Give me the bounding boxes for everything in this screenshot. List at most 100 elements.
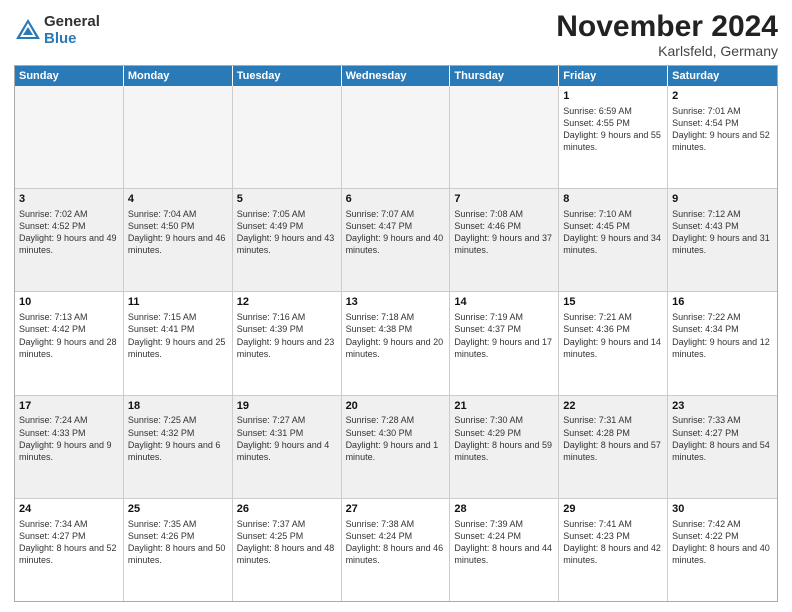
cell-info: Sunrise: 7:24 AM Sunset: 4:33 PM Dayligh…: [19, 414, 119, 463]
cal-cell-4-2: 26Sunrise: 7:37 AM Sunset: 4:25 PM Dayli…: [233, 499, 342, 601]
day-number: 9: [672, 192, 773, 207]
logo: General Blue: [14, 14, 100, 47]
day-number: 4: [128, 192, 228, 207]
cal-cell-1-4: 7Sunrise: 7:08 AM Sunset: 4:46 PM Daylig…: [450, 189, 559, 291]
cell-info: Sunrise: 7:12 AM Sunset: 4:43 PM Dayligh…: [672, 208, 773, 257]
cal-cell-3-5: 22Sunrise: 7:31 AM Sunset: 4:28 PM Dayli…: [559, 396, 668, 498]
cell-info: Sunrise: 7:01 AM Sunset: 4:54 PM Dayligh…: [672, 105, 773, 154]
day-number: 25: [128, 502, 228, 517]
cell-info: Sunrise: 7:18 AM Sunset: 4:38 PM Dayligh…: [346, 311, 446, 360]
day-number: 12: [237, 295, 337, 310]
cell-info: Sunrise: 7:34 AM Sunset: 4:27 PM Dayligh…: [19, 518, 119, 567]
cell-info: Sunrise: 7:30 AM Sunset: 4:29 PM Dayligh…: [454, 414, 554, 463]
cal-cell-2-2: 12Sunrise: 7:16 AM Sunset: 4:39 PM Dayli…: [233, 292, 342, 394]
cal-cell-3-0: 17Sunrise: 7:24 AM Sunset: 4:33 PM Dayli…: [15, 396, 124, 498]
page: General Blue November 2024 Karlsfeld, Ge…: [0, 0, 792, 612]
month-title: November 2024: [556, 10, 778, 43]
day-header-friday: Friday: [559, 66, 668, 86]
day-number: 18: [128, 399, 228, 414]
cell-info: Sunrise: 7:05 AM Sunset: 4:49 PM Dayligh…: [237, 208, 337, 257]
day-number: 20: [346, 399, 446, 414]
day-header-thursday: Thursday: [450, 66, 559, 86]
cal-cell-0-0: [15, 86, 124, 188]
cal-cell-0-4: [450, 86, 559, 188]
day-number: 8: [563, 192, 663, 207]
cal-cell-1-1: 4Sunrise: 7:04 AM Sunset: 4:50 PM Daylig…: [124, 189, 233, 291]
cell-info: Sunrise: 7:04 AM Sunset: 4:50 PM Dayligh…: [128, 208, 228, 257]
day-number: 6: [346, 192, 446, 207]
cal-cell-3-3: 20Sunrise: 7:28 AM Sunset: 4:30 PM Dayli…: [342, 396, 451, 498]
cal-cell-3-2: 19Sunrise: 7:27 AM Sunset: 4:31 PM Dayli…: [233, 396, 342, 498]
day-number: 29: [563, 502, 663, 517]
cell-info: Sunrise: 7:08 AM Sunset: 4:46 PM Dayligh…: [454, 208, 554, 257]
cell-info: Sunrise: 7:22 AM Sunset: 4:34 PM Dayligh…: [672, 311, 773, 360]
logo-general-text: General: [44, 14, 100, 31]
title-block: November 2024 Karlsfeld, Germany: [556, 10, 778, 59]
day-number: 3: [19, 192, 119, 207]
calendar-row-2: 10Sunrise: 7:13 AM Sunset: 4:42 PM Dayli…: [15, 292, 777, 395]
day-number: 21: [454, 399, 554, 414]
day-number: 22: [563, 399, 663, 414]
day-number: 24: [19, 502, 119, 517]
cal-cell-4-5: 29Sunrise: 7:41 AM Sunset: 4:23 PM Dayli…: [559, 499, 668, 601]
day-number: 16: [672, 295, 773, 310]
cal-cell-1-6: 9Sunrise: 7:12 AM Sunset: 4:43 PM Daylig…: [668, 189, 777, 291]
day-header-monday: Monday: [124, 66, 233, 86]
day-number: 14: [454, 295, 554, 310]
day-number: 17: [19, 399, 119, 414]
calendar-row-1: 3Sunrise: 7:02 AM Sunset: 4:52 PM Daylig…: [15, 189, 777, 292]
cal-cell-1-0: 3Sunrise: 7:02 AM Sunset: 4:52 PM Daylig…: [15, 189, 124, 291]
cell-info: Sunrise: 7:07 AM Sunset: 4:47 PM Dayligh…: [346, 208, 446, 257]
cell-info: Sunrise: 7:16 AM Sunset: 4:39 PM Dayligh…: [237, 311, 337, 360]
cell-info: Sunrise: 7:10 AM Sunset: 4:45 PM Dayligh…: [563, 208, 663, 257]
cal-cell-4-3: 27Sunrise: 7:38 AM Sunset: 4:24 PM Dayli…: [342, 499, 451, 601]
day-number: 2: [672, 89, 773, 104]
cal-cell-3-4: 21Sunrise: 7:30 AM Sunset: 4:29 PM Dayli…: [450, 396, 559, 498]
cell-info: Sunrise: 7:27 AM Sunset: 4:31 PM Dayligh…: [237, 414, 337, 463]
cal-cell-0-5: 1Sunrise: 6:59 AM Sunset: 4:55 PM Daylig…: [559, 86, 668, 188]
cal-cell-0-1: [124, 86, 233, 188]
cal-cell-4-4: 28Sunrise: 7:39 AM Sunset: 4:24 PM Dayli…: [450, 499, 559, 601]
cal-cell-3-1: 18Sunrise: 7:25 AM Sunset: 4:32 PM Dayli…: [124, 396, 233, 498]
header: General Blue November 2024 Karlsfeld, Ge…: [14, 10, 778, 59]
cell-info: Sunrise: 7:19 AM Sunset: 4:37 PM Dayligh…: [454, 311, 554, 360]
cal-cell-1-3: 6Sunrise: 7:07 AM Sunset: 4:47 PM Daylig…: [342, 189, 451, 291]
cal-cell-0-6: 2Sunrise: 7:01 AM Sunset: 4:54 PM Daylig…: [668, 86, 777, 188]
cal-cell-3-6: 23Sunrise: 7:33 AM Sunset: 4:27 PM Dayli…: [668, 396, 777, 498]
cal-cell-2-5: 15Sunrise: 7:21 AM Sunset: 4:36 PM Dayli…: [559, 292, 668, 394]
cal-cell-0-2: [233, 86, 342, 188]
cell-info: Sunrise: 7:37 AM Sunset: 4:25 PM Dayligh…: [237, 518, 337, 567]
day-header-tuesday: Tuesday: [233, 66, 342, 86]
day-number: 28: [454, 502, 554, 517]
calendar-header: SundayMondayTuesdayWednesdayThursdayFrid…: [15, 66, 777, 86]
cell-info: Sunrise: 7:42 AM Sunset: 4:22 PM Dayligh…: [672, 518, 773, 567]
cell-info: Sunrise: 7:41 AM Sunset: 4:23 PM Dayligh…: [563, 518, 663, 567]
cell-info: Sunrise: 7:39 AM Sunset: 4:24 PM Dayligh…: [454, 518, 554, 567]
day-number: 13: [346, 295, 446, 310]
cell-info: Sunrise: 7:28 AM Sunset: 4:30 PM Dayligh…: [346, 414, 446, 463]
day-number: 19: [237, 399, 337, 414]
cal-cell-0-3: [342, 86, 451, 188]
cell-info: Sunrise: 7:02 AM Sunset: 4:52 PM Dayligh…: [19, 208, 119, 257]
day-number: 26: [237, 502, 337, 517]
cell-info: Sunrise: 7:31 AM Sunset: 4:28 PM Dayligh…: [563, 414, 663, 463]
calendar-body: 1Sunrise: 6:59 AM Sunset: 4:55 PM Daylig…: [15, 86, 777, 601]
cell-info: Sunrise: 7:13 AM Sunset: 4:42 PM Dayligh…: [19, 311, 119, 360]
logo-icon: [14, 17, 42, 45]
day-number: 5: [237, 192, 337, 207]
cal-cell-1-2: 5Sunrise: 7:05 AM Sunset: 4:49 PM Daylig…: [233, 189, 342, 291]
cal-cell-2-4: 14Sunrise: 7:19 AM Sunset: 4:37 PM Dayli…: [450, 292, 559, 394]
cal-cell-4-0: 24Sunrise: 7:34 AM Sunset: 4:27 PM Dayli…: [15, 499, 124, 601]
day-number: 7: [454, 192, 554, 207]
location-title: Karlsfeld, Germany: [556, 43, 778, 59]
day-header-sunday: Sunday: [15, 66, 124, 86]
cell-info: Sunrise: 7:21 AM Sunset: 4:36 PM Dayligh…: [563, 311, 663, 360]
day-number: 11: [128, 295, 228, 310]
logo-blue-text: Blue: [44, 31, 100, 48]
calendar-row-3: 17Sunrise: 7:24 AM Sunset: 4:33 PM Dayli…: [15, 396, 777, 499]
cal-cell-1-5: 8Sunrise: 7:10 AM Sunset: 4:45 PM Daylig…: [559, 189, 668, 291]
calendar-row-4: 24Sunrise: 7:34 AM Sunset: 4:27 PM Dayli…: [15, 499, 777, 601]
calendar: SundayMondayTuesdayWednesdayThursdayFrid…: [14, 65, 778, 602]
calendar-row-0: 1Sunrise: 6:59 AM Sunset: 4:55 PM Daylig…: [15, 86, 777, 189]
cell-info: Sunrise: 7:38 AM Sunset: 4:24 PM Dayligh…: [346, 518, 446, 567]
